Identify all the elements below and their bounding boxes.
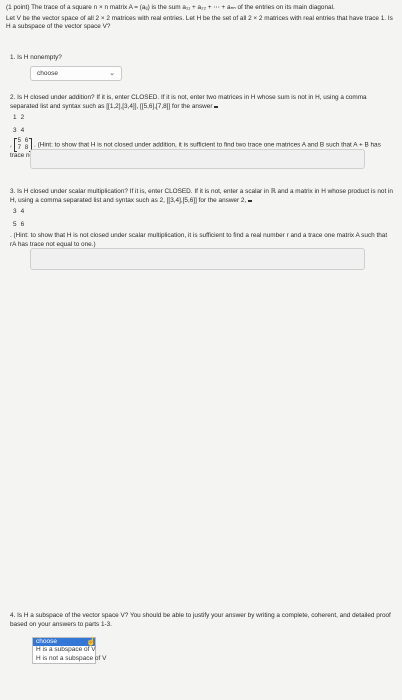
dropdown-option-not-subspace[interactable]: H is not a subspace of V [33,655,106,663]
question-3-text-b: . (Hint: to show that H is not closed un… [10,232,388,248]
problem-statement: Let V be the vector space of all 2 × 2 m… [6,14,393,31]
matrix-cell: 2 [20,114,25,122]
matrix-cell: 6 [20,220,25,228]
matrix-cell: 4 [20,126,25,134]
question-4: 4. Is H a subspace of the vector space V… [10,612,394,629]
matrix-cell: 3 [13,126,17,134]
chevron-down-icon: ⌄ [109,70,115,77]
question-3: 3. Is H closed under scalar multiplicati… [10,188,394,250]
matrix-cell: 7 [17,145,21,152]
question-2-text-a: 2. Is H closed under addition? If it is,… [10,94,367,110]
matrix-cell: 5 [13,220,17,228]
matrix-cell: 4 [20,208,25,216]
problem-intro: (1 point) The trace of a square n × n ma… [6,4,394,32]
matrix-cell: 5 [17,138,21,145]
question-3-text-a: 3. Is H closed under scalar multiplicati… [10,188,393,204]
problem-page: (1 point) The trace of a square n × n ma… [0,0,402,700]
question-4-text: 4. Is H a subspace of the vector space V… [10,612,391,628]
question-1-select-value: choose [37,70,58,77]
matrix-cell: 3 [13,208,17,216]
question-3-answer-input[interactable] [30,248,365,270]
question-1-text: 1. Is H nonempty? [10,54,62,61]
question-1: 1. Is H nonempty? [10,54,394,63]
trace-definition: (1 point) The trace of a square n × n ma… [6,4,335,11]
question-1-select[interactable]: choose ⌄ [30,66,122,81]
matrix-cell: 1 [13,114,17,122]
question-2-answer-input[interactable] [30,149,365,169]
matrix-cell: 6 [24,138,29,145]
dropdown-option-subspace[interactable]: H is a subspace of V [33,646,96,654]
hand-cursor-icon: ☝ [86,637,96,646]
matrix-separator: , [10,142,12,150]
